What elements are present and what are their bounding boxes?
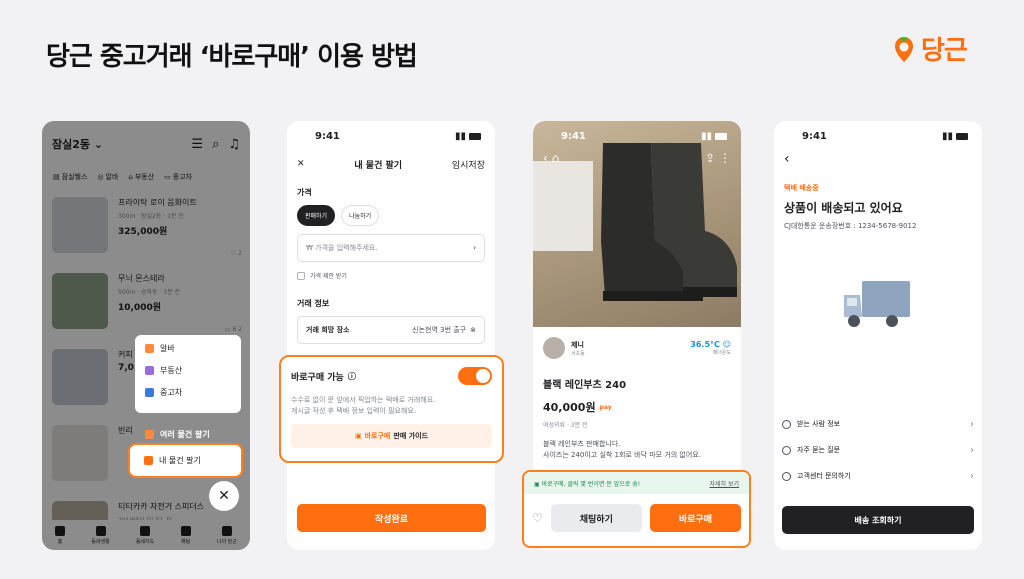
box-icon: ▣ — [354, 432, 362, 440]
signal-icon: ▮▮ — [941, 130, 953, 142]
chevron-right-icon: › — [970, 418, 974, 430]
brand-word: 당근 — [921, 36, 968, 66]
screen-title: 내 물건 팔기 — [354, 160, 403, 171]
manner-temp-label: 매너온도 — [712, 350, 731, 356]
sell-form-screen: 9:41 ▮▮ ✕ 내 물건 팔기 임시저장 가격 판매하기 나눔하기 ₩ 가격을… — [287, 121, 495, 550]
signal-icon: ▮▮ — [700, 130, 712, 142]
chat-button[interactable]: 채팅하기 — [550, 504, 642, 532]
signal-icon: ▮▮ — [454, 130, 466, 142]
close-button[interactable]: ✕ — [209, 481, 239, 511]
heart-icon[interactable]: ♡ — [532, 511, 543, 525]
menu-item-job[interactable]: 알바 — [145, 343, 231, 354]
brand-logo: 당근 — [893, 30, 968, 67]
clear-icon[interactable]: ⊗ — [470, 326, 476, 334]
back-icon[interactable]: ‹ ⌂ — [543, 151, 559, 165]
baro-desc: 게시글 작성 후 택배 정보 입력이 필요해요. — [291, 406, 417, 415]
battery-icon — [715, 132, 727, 140]
product-meta: 여성의류 · 3분 전 — [543, 422, 588, 429]
headset-icon — [782, 471, 791, 481]
menu-item-realty[interactable]: 부동산 — [145, 365, 231, 376]
purchase-bar: ▣ 바로구매, 클릭 몇 번이면 문 앞으로 슝! 자세히 보기 ♡ 채팅하기 … — [522, 470, 751, 548]
shipping-title: 상품이 배송되고 있어요 — [784, 201, 903, 215]
price-input[interactable]: ₩ 가격을 입력해주세요. › — [297, 234, 485, 262]
car-icon — [145, 388, 154, 397]
menu-item-car[interactable]: 중고차 — [145, 387, 231, 398]
chevron-right-icon: › — [473, 244, 476, 252]
more-link[interactable]: 자세히 보기 — [709, 479, 739, 488]
baro-notice: ▣ 바로구매, 클릭 몇 번이면 문 앞으로 슝! 자세히 보기 — [524, 472, 749, 494]
back-icon[interactable]: ‹ — [784, 151, 790, 167]
receiver-info-row[interactable]: 받는 사람 정보 › — [782, 411, 974, 437]
battery-icon — [469, 132, 481, 140]
boxes-icon — [145, 429, 154, 439]
tracking-number: CJ대한통운 운송장번호 : 1234-5678-9012 — [784, 222, 917, 230]
avatar — [543, 337, 565, 359]
sell-button[interactable]: 내 물건 팔기 — [134, 447, 244, 473]
chevron-right-icon: › — [970, 470, 974, 482]
product-title: 블랙 레인부츠 240 — [543, 380, 627, 391]
carrot-icon — [895, 36, 913, 62]
track-shipping-button[interactable]: 배송 조회하기 — [782, 506, 974, 534]
save-draft-button[interactable]: 임시저장 — [452, 158, 485, 171]
pay-badge: pay — [599, 403, 612, 411]
baro-toggle[interactable] — [458, 367, 492, 385]
box-icon — [144, 455, 153, 465]
buy-now-button[interactable]: 바로구매 — [649, 504, 741, 532]
help-icon[interactable]: ⓘ — [348, 371, 356, 382]
price-label: 가격 — [297, 188, 312, 197]
pill-share[interactable]: 나눔하기 — [341, 205, 380, 226]
house-icon — [145, 366, 154, 375]
deal-label: 거래 정보 — [297, 299, 330, 308]
submit-button[interactable]: 작성완료 — [297, 504, 486, 532]
support-row[interactable]: 고객센터 문의하기 › — [782, 463, 974, 489]
baro-desc: 수수료 없이 문 앞에서 픽업하는 택배로 거래해요. — [291, 396, 436, 404]
faq-row[interactable]: 자주 묻는 질문 › — [782, 437, 974, 463]
status-time: 9:41 — [561, 130, 586, 142]
manner-temp: 36.5°C ☺ — [690, 340, 731, 349]
pill-sell[interactable]: 판매하기 — [297, 205, 336, 226]
offer-checkbox[interactable]: 가격 제안 받기 — [297, 271, 485, 280]
share-icon[interactable]: ⇪ ⋮ — [705, 151, 731, 165]
guide-button[interactable]: ▣ 바로구매 판매 가이드 — [291, 424, 492, 448]
write-menu: 알바 부동산 중고차 — [135, 335, 241, 413]
shipping-status: 택배 배송중 — [784, 184, 819, 192]
seller-name: 제니 — [571, 340, 584, 349]
battery-icon — [956, 132, 968, 140]
shipping-screen: 9:41 ▮▮ ‹ 택배 배송중 상품이 배송되고 있어요 CJ대한통운 운송장번… — [774, 121, 982, 550]
close-icon[interactable]: ✕ — [297, 159, 305, 169]
status-time: 9:41 — [802, 130, 827, 142]
chevron-right-icon: › — [970, 444, 974, 456]
place-field[interactable]: 거래 희망 장소 신논현역 3번 출구 ⊗ — [297, 316, 485, 344]
product-description: 사이즈는 240이고 실착 1회로 바닥 마모 거의 없어요. — [543, 451, 701, 460]
faq-icon — [782, 445, 791, 455]
truck-icon — [844, 281, 910, 327]
status-time: 9:41 — [315, 130, 340, 142]
seller-profile[interactable]: 제니 서초동 36.5°C ☺ 매너온도 — [543, 337, 731, 359]
product-description: 블랙 레인부츠 판매합니다. — [543, 440, 621, 448]
box-icon: ▣ — [534, 480, 540, 488]
job-icon — [145, 344, 154, 353]
seller-location: 서초동 — [571, 350, 585, 357]
product-price: 40,000원 pay — [543, 401, 612, 414]
page-title: 당근 중고거래 ‘바로구매’ 이용 방법 — [46, 42, 418, 72]
person-icon — [782, 419, 791, 429]
baro-purchase-card: 바로구매 가능 ⓘ 수수료 없이 문 앞에서 픽업하는 택배로 거래해요. 게시글… — [279, 355, 504, 463]
